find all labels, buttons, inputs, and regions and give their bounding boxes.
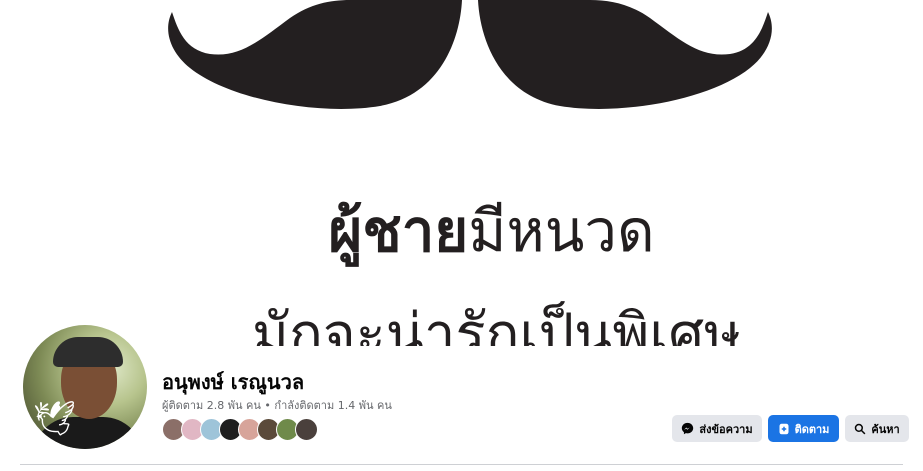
friend-avatar[interactable] [295, 418, 318, 441]
messenger-icon [682, 422, 694, 435]
profile-avatar[interactable]: 🕊 [20, 322, 150, 452]
cover-text-line1: ผู้ชายมีหนวด [0, 196, 923, 266]
search-icon [855, 423, 866, 434]
profile-name[interactable]: อนุพงษ์ เรณูนวล [162, 366, 304, 398]
follow-stats[interactable]: ผู้ติดตาม 2.8 พัน คน • กำลังติดตาม 1.4 พ… [162, 396, 392, 414]
mustache-left [168, 0, 462, 109]
mustache-graphic [168, 0, 772, 109]
cover-text-bold: ผู้ชาย [328, 197, 469, 265]
mustache-right [478, 0, 772, 109]
cover-text-regular: มีหนวด [468, 197, 655, 265]
search-button-label: ค้นหา [871, 422, 900, 436]
follow-button-label: ติดตาม [794, 422, 830, 436]
follow-icon [779, 423, 789, 434]
message-button[interactable]: ส่งข้อความ [672, 415, 762, 442]
cover-photo[interactable]: ผู้ชายมีหนวด มักจะน่ารักเป็นพิเศษ [0, 0, 923, 346]
search-button[interactable]: ค้นหา [845, 415, 909, 442]
section-divider [20, 464, 903, 465]
message-button-label: ส่งข้อความ [699, 422, 753, 436]
dove-icon: 🕊 [33, 399, 77, 439]
follow-button[interactable]: ติดตาม [768, 415, 839, 442]
